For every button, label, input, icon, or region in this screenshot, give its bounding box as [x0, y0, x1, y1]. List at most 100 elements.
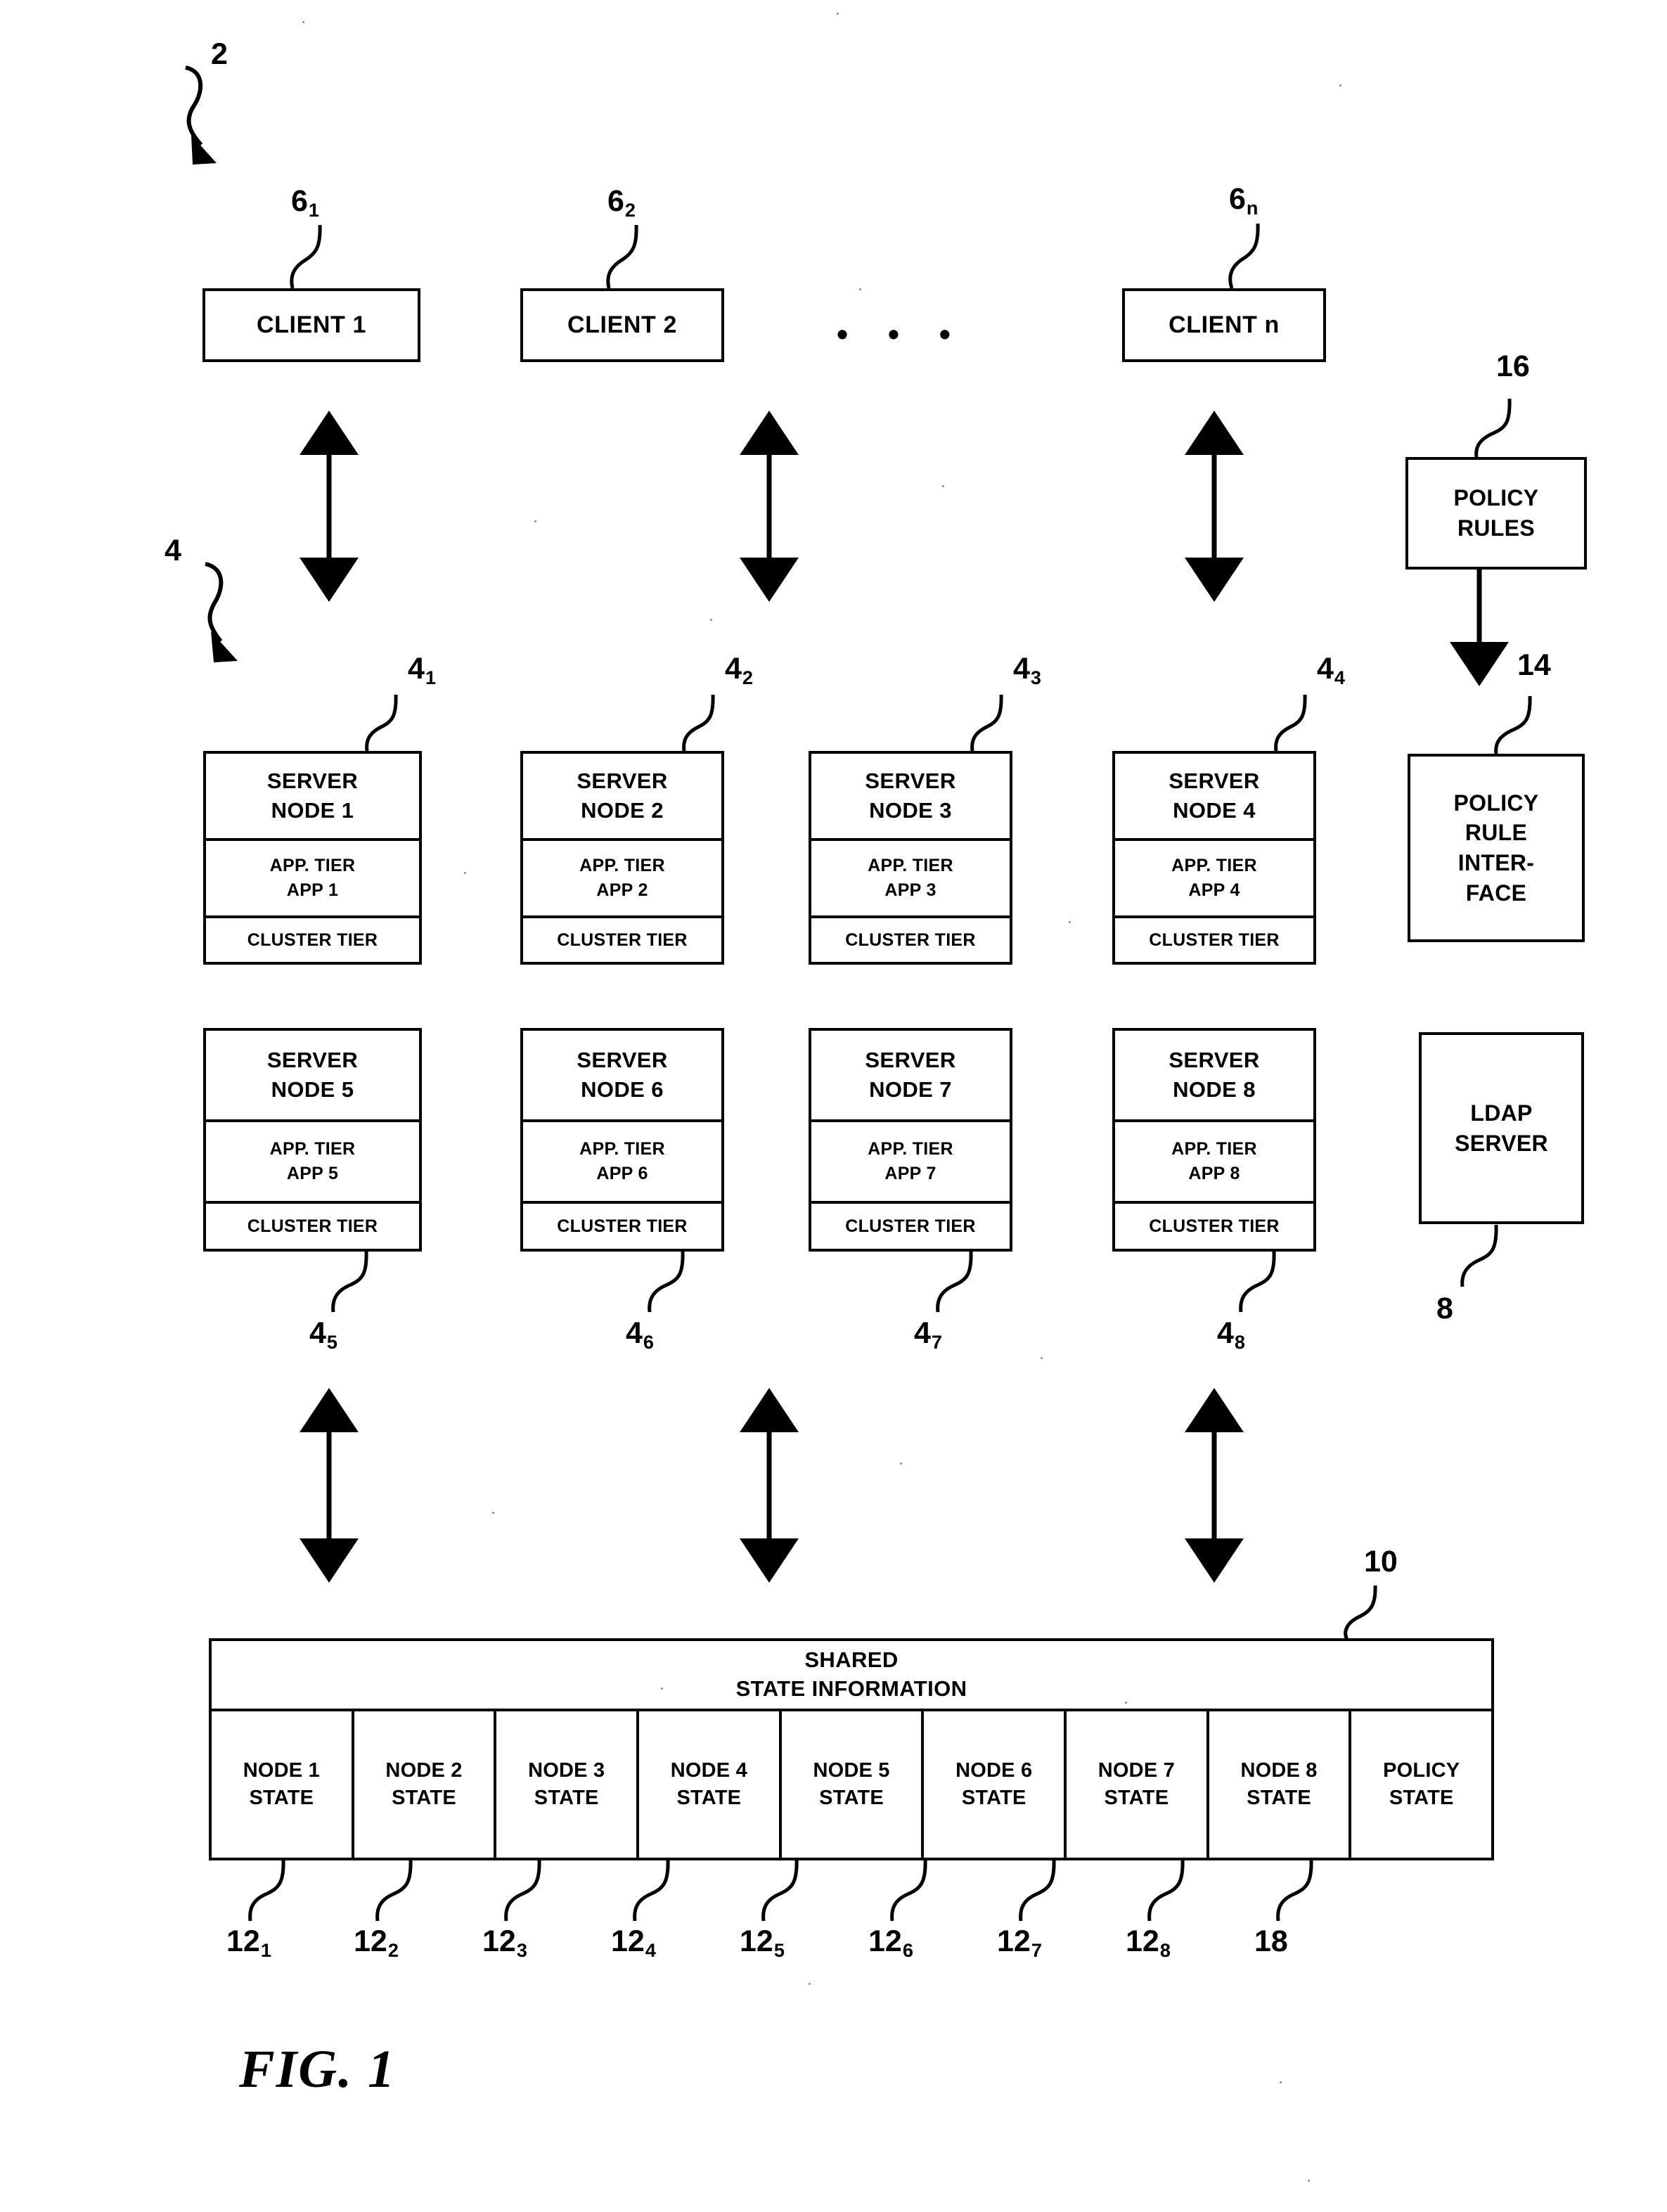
shared-state-cell-node-4-text: NODE 4 STATE	[671, 1757, 747, 1812]
server-node-4-title: SERVER NODE 4	[1115, 754, 1313, 838]
shared-state-cell-node-6[interactable]: NODE 6 STATE	[921, 1711, 1064, 1858]
pri-line-2: RULE	[1465, 820, 1528, 846]
ref-label-shared-state: 10	[1364, 1545, 1398, 1578]
ref-num: 4	[1317, 652, 1334, 686]
ldap-server-box[interactable]: LDAP SERVER	[1419, 1032, 1584, 1224]
shared-state-header-line-2: STATE INFORMATION	[735, 1676, 967, 1701]
shared-state-cell-node-4[interactable]: NODE 4 STATE	[636, 1711, 779, 1858]
figure-caption: FIG. 1	[239, 2040, 397, 2099]
cell-line-1: NODE 4	[670, 1759, 747, 1782]
server-node-2-app-line-2: APP 2	[596, 880, 648, 900]
server-node-3-cluster-tier: CLUSTER TIER	[811, 915, 1010, 962]
server-node-2-cluster-label: CLUSTER TIER	[557, 930, 688, 950]
server-node-8-title-line-2: NODE 8	[1173, 1077, 1256, 1102]
client-label-2: CLIENT 2	[567, 311, 677, 338]
cell-line-2: STATE	[961, 1787, 1026, 1809]
cell-line-1: NODE 7	[1098, 1759, 1175, 1782]
shared-state-cell-node-2[interactable]: NODE 2 STATE	[351, 1711, 494, 1858]
ref-label-system: 2	[211, 37, 228, 71]
ref-num: 4	[626, 1316, 643, 1350]
shared-state-cell-policy[interactable]: POLICY STATE	[1349, 1711, 1491, 1858]
ref-label-node-2: 42	[725, 654, 753, 688]
cell-line-2: STATE	[249, 1787, 314, 1809]
cell-line-2: STATE	[534, 1787, 599, 1809]
ref-num: 6	[1229, 182, 1246, 216]
server-node-1-title-line-2: NODE 1	[271, 798, 354, 823]
server-node-box-5[interactable]: SERVER NODE 5 APP. TIER APP 5 CLUSTER TI…	[203, 1028, 422, 1252]
server-node-box-2[interactable]: SERVER NODE 2 APP. TIER APP 2 CLUSTER TI…	[520, 751, 724, 965]
server-node-3-app-line-2: APP 3	[884, 880, 937, 900]
ref-sub: 1	[308, 199, 319, 221]
server-node-box-7[interactable]: SERVER NODE 7 APP. TIER APP 7 CLUSTER TI…	[809, 1028, 1012, 1252]
shared-state-cell-policy-text: POLICY STATE	[1383, 1757, 1460, 1812]
server-node-box-8[interactable]: SERVER NODE 8 APP. TIER APP 8 CLUSTER TI…	[1112, 1028, 1316, 1252]
scan-speck	[534, 520, 536, 522]
ref-num: 12	[997, 1924, 1031, 1958]
server-node-1-cluster-tier: CLUSTER TIER	[206, 915, 419, 962]
client-leaders	[290, 223, 1260, 289]
ref-label-state-6: 126	[868, 1927, 913, 1960]
ref-label-node-1: 41	[408, 654, 436, 689]
scan-speck	[1280, 2081, 1282, 2083]
ref-2-arrowhead	[191, 135, 217, 165]
client-label-1: CLIENT 1	[257, 311, 366, 338]
server-node-box-4[interactable]: SERVER NODE 4 APP. TIER APP 4 CLUSTER TI…	[1112, 751, 1316, 965]
server-node-7-app-line-1: APP. TIER	[868, 1138, 953, 1159]
scan-speck	[619, 1167, 621, 1169]
policy-rules-box[interactable]: POLICY RULES	[1405, 457, 1587, 570]
shared-state-header-line-1: SHARED	[804, 1647, 899, 1673]
ref-label-node-8: 48	[1217, 1318, 1245, 1352]
server-node-5-title-line-1: SERVER	[266, 1048, 359, 1073]
ref-label-state-1: 121	[226, 1927, 271, 1960]
server-node-4-cluster-tier: CLUSTER TIER	[1115, 915, 1313, 962]
shared-state-header-text: SHARED STATE INFORMATION	[736, 1646, 967, 1704]
ref-num: 12	[868, 1924, 902, 1958]
client-box-n[interactable]: CLIENT n	[1122, 288, 1326, 362]
server-node-box-6[interactable]: SERVER NODE 6 APP. TIER APP 6 CLUSTER TI…	[520, 1028, 724, 1252]
server-node-6-title-line-2: NODE 6	[581, 1077, 664, 1102]
ref-sub: 5	[326, 1331, 337, 1353]
shared-state-cell-node-2-text: NODE 2 STATE	[385, 1757, 462, 1812]
cell-line-2: STATE	[1389, 1787, 1454, 1809]
ref-label-node-6: 46	[626, 1316, 654, 1352]
server-node-5-title-line-2: NODE 5	[271, 1077, 354, 1102]
shared-state-cell-node-8[interactable]: NODE 8 STATE	[1206, 1711, 1349, 1858]
server-node-5-app-line-1: APP. TIER	[269, 1138, 356, 1159]
client-label-n: CLIENT n	[1169, 311, 1280, 338]
shared-state-cell-node-5[interactable]: NODE 5 STATE	[778, 1711, 922, 1858]
ref-sub: n	[1246, 197, 1259, 219]
ref-label-ldap-server: 8	[1436, 1292, 1453, 1325]
shared-state-cell-node-7[interactable]: NODE 7 STATE	[1064, 1711, 1206, 1858]
ref-sub: 7	[1031, 1939, 1042, 1962]
policy-rule-interface-box[interactable]: POLICY RULE INTER- FACE	[1408, 754, 1585, 942]
client-box-1[interactable]: CLIENT 1	[202, 288, 420, 362]
server-node-6-title: SERVER NODE 6	[523, 1031, 721, 1119]
shared-state-information-block[interactable]: SHARED STATE INFORMATION NODE 1 STATE NO…	[209, 1638, 1494, 1860]
scan-speck	[302, 21, 304, 23]
ref-4-leader	[205, 562, 224, 643]
shared-state-cell-node-3[interactable]: NODE 3 STATE	[494, 1711, 636, 1858]
client-box-2[interactable]: CLIENT 2	[520, 288, 724, 362]
ref-num: 12	[354, 1924, 387, 1958]
policy-rules-line-1: POLICY	[1453, 485, 1539, 511]
cell-line-2: STATE	[1104, 1787, 1169, 1809]
shared-state-header: SHARED STATE INFORMATION	[212, 1641, 1491, 1711]
server-node-2-title: SERVER NODE 2	[523, 754, 721, 838]
server-node-box-3[interactable]: SERVER NODE 3 APP. TIER APP 3 CLUSTER TI…	[809, 751, 1012, 965]
cell-line-1: NODE 6	[955, 1759, 1033, 1782]
server-node-4-title-line-2: NODE 4	[1173, 798, 1256, 823]
ref-label-state-3: 123	[482, 1927, 527, 1960]
scan-speck	[859, 288, 861, 290]
client-server-arrows	[300, 411, 1244, 602]
ref-label-client-2: 62	[607, 186, 636, 220]
server-node-6-cluster-tier: CLUSTER TIER	[523, 1201, 721, 1249]
ref-label-node-7: 47	[914, 1318, 942, 1352]
ref-num: 4	[309, 1316, 326, 1350]
ref-num: 12	[482, 1924, 516, 1958]
ref-num: 12	[1126, 1924, 1159, 1958]
shared-state-cell-node-1[interactable]: NODE 1 STATE	[212, 1711, 352, 1858]
ref-10-leader	[1344, 1585, 1377, 1641]
server-node-box-1[interactable]: SERVER NODE 1 APP. TIER APP 1 CLUSTER TI…	[203, 751, 422, 965]
ref-label-state-4: 124	[611, 1927, 656, 1960]
ref-sub: 1	[425, 667, 436, 689]
